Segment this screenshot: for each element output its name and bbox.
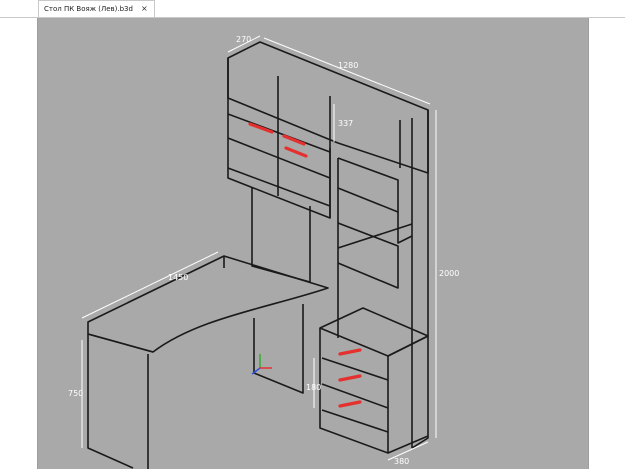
document-tab[interactable]: Стол ПК Вояж (Лев).b3d × (38, 0, 155, 17)
handle (284, 146, 308, 158)
dim-desk-length: 1450 (168, 273, 188, 282)
handle (338, 374, 362, 382)
tab-title: Стол ПК Вояж (Лев).b3d (44, 5, 133, 13)
dim-top-depth: 270 (236, 35, 251, 44)
dim-total-height: 2000 (439, 269, 459, 278)
left-panel (0, 18, 38, 469)
3d-viewport[interactable]: 270 1280 337 2000 1450 750 180 380 (38, 18, 588, 469)
dim-top-width: 1280 (338, 61, 358, 70)
handle (248, 122, 274, 134)
coordinate-axes-icon (251, 354, 272, 375)
side-panel (411, 110, 429, 449)
dim-pedestal-depth: 380 (394, 457, 409, 466)
handle (338, 400, 362, 408)
close-icon[interactable]: × (141, 5, 148, 13)
dim-desk-height: 750 (68, 389, 83, 398)
upper-cabinet (227, 41, 429, 174)
furniture-drawing: 270 1280 337 2000 1450 750 180 380 (68, 35, 459, 469)
dim-door-height: 337 (338, 119, 353, 128)
desk-top (87, 255, 329, 353)
right-panel (588, 18, 625, 469)
handle (282, 134, 306, 146)
dim-drawer-height: 180 (306, 383, 321, 392)
tab-bar: Стол ПК Вояж (Лев).b3d × (0, 0, 625, 18)
handle (338, 348, 362, 356)
